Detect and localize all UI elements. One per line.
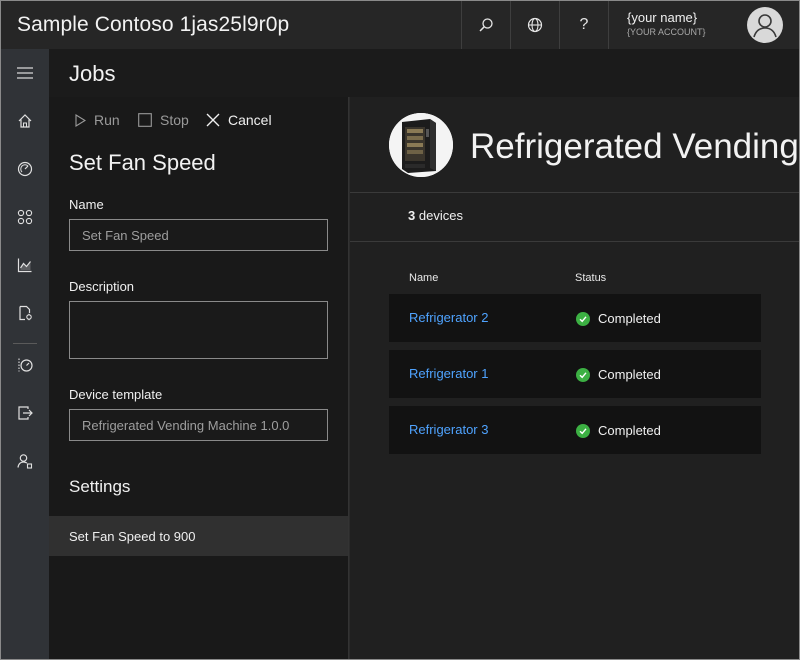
description-field[interactable] (69, 301, 328, 359)
table-row: Refrigerator 3 Completed (389, 406, 761, 454)
devices-icon (17, 209, 33, 225)
dashboard-icon (17, 161, 33, 177)
home-icon (18, 114, 32, 128)
avatar[interactable] (747, 7, 783, 43)
stop-button[interactable]: Stop (138, 111, 189, 129)
job-name-heading: Set Fan Speed (69, 150, 216, 175)
device-status: Completed (576, 367, 661, 382)
stop-icon (138, 113, 152, 127)
device-link[interactable]: Refrigerator 2 (409, 310, 488, 325)
nav-home[interactable] (1, 101, 49, 141)
device-count-suffix: devices (418, 208, 463, 223)
play-icon (75, 113, 86, 127)
nav-data-export[interactable] (1, 393, 49, 433)
device-template-image (389, 113, 453, 177)
user-avatar-icon (748, 8, 782, 42)
device-results-panel: Refrigerated Vending Machine 3 devices N… (350, 97, 799, 659)
template-header: Refrigerated Vending Machine (350, 97, 799, 193)
stop-label: Stop (160, 112, 189, 128)
account-name: {your name} (627, 10, 698, 25)
device-status-text: Completed (598, 367, 661, 382)
device-count: 3 devices (408, 208, 463, 223)
device-status: Completed (576, 423, 661, 438)
setting-item[interactable]: Set Fan Speed to 900 (49, 516, 348, 556)
help-icon: ? (579, 16, 589, 33)
setting-item-label: Set Fan Speed to 900 (69, 529, 196, 544)
device-status-text: Completed (598, 423, 661, 438)
success-check-icon (576, 367, 590, 382)
jobs-icon (18, 358, 33, 372)
nav-divider (13, 343, 37, 344)
app-title[interactable]: Sample Contoso 1jas25l9r0p (17, 13, 289, 37)
device-template-field[interactable]: Refrigerated Vending Machine 1.0.0 (69, 409, 328, 441)
device-status-text: Completed (598, 311, 661, 326)
top-bar: Sample Contoso 1jas25l9r0p ? {your name}… (1, 1, 799, 49)
page-title: Jobs (69, 61, 116, 86)
device-link[interactable]: Refrigerator 1 (409, 366, 488, 381)
menu-button[interactable] (1, 53, 49, 93)
nav-analytics[interactable] (1, 245, 49, 285)
globe-icon (527, 17, 543, 33)
settings-heading: Settings (69, 477, 131, 496)
device-template-label: Device template (69, 387, 163, 402)
nav-devices[interactable] (1, 197, 49, 237)
success-check-icon (576, 423, 590, 438)
job-details-panel: Run Stop Cancel Set Fan Speed Name Set F… (49, 97, 349, 659)
nav-dashboard[interactable] (1, 149, 49, 189)
language-button[interactable] (510, 1, 559, 49)
device-count-number: 3 (408, 208, 416, 223)
analytics-icon (17, 258, 32, 273)
cancel-button[interactable]: Cancel (206, 111, 272, 129)
page-header: Jobs (49, 49, 799, 97)
success-check-icon (576, 311, 590, 326)
nav-device-templates[interactable] (1, 293, 49, 333)
device-link[interactable]: Refrigerator 3 (409, 422, 488, 437)
run-button[interactable]: Run (75, 111, 120, 129)
nav-jobs[interactable] (1, 345, 49, 385)
nav-administration[interactable] (1, 441, 49, 481)
name-label: Name (69, 197, 104, 212)
device-template-title: Refrigerated Vending Machine (470, 127, 799, 166)
device-templates-icon (19, 305, 32, 321)
help-button[interactable]: ? (559, 1, 608, 49)
vending-machine-icon (389, 113, 453, 177)
data-export-icon (18, 406, 33, 420)
search-button[interactable] (461, 1, 510, 49)
search-icon (479, 18, 493, 32)
nav-rail (1, 49, 49, 659)
device-count-bar: 3 devices (350, 194, 799, 242)
table-row: Refrigerator 2 Completed (389, 294, 761, 342)
close-icon (206, 113, 220, 127)
description-label: Description (69, 279, 135, 294)
account-subtitle: {YOUR ACCOUNT} (627, 27, 706, 37)
column-header-status[interactable]: Status (575, 272, 606, 284)
column-header-name[interactable]: Name (409, 272, 438, 284)
account-menu[interactable]: {your name} {YOUR ACCOUNT} (608, 1, 799, 49)
name-field[interactable]: Set Fan Speed (69, 219, 328, 251)
run-label: Run (94, 112, 120, 128)
table-row: Refrigerator 1 Completed (389, 350, 761, 398)
administration-icon (17, 454, 33, 469)
cancel-label: Cancel (228, 112, 272, 128)
menu-icon (17, 67, 33, 79)
app-window: Sample Contoso 1jas25l9r0p ? {your name}… (0, 0, 800, 660)
device-status: Completed (576, 311, 661, 326)
